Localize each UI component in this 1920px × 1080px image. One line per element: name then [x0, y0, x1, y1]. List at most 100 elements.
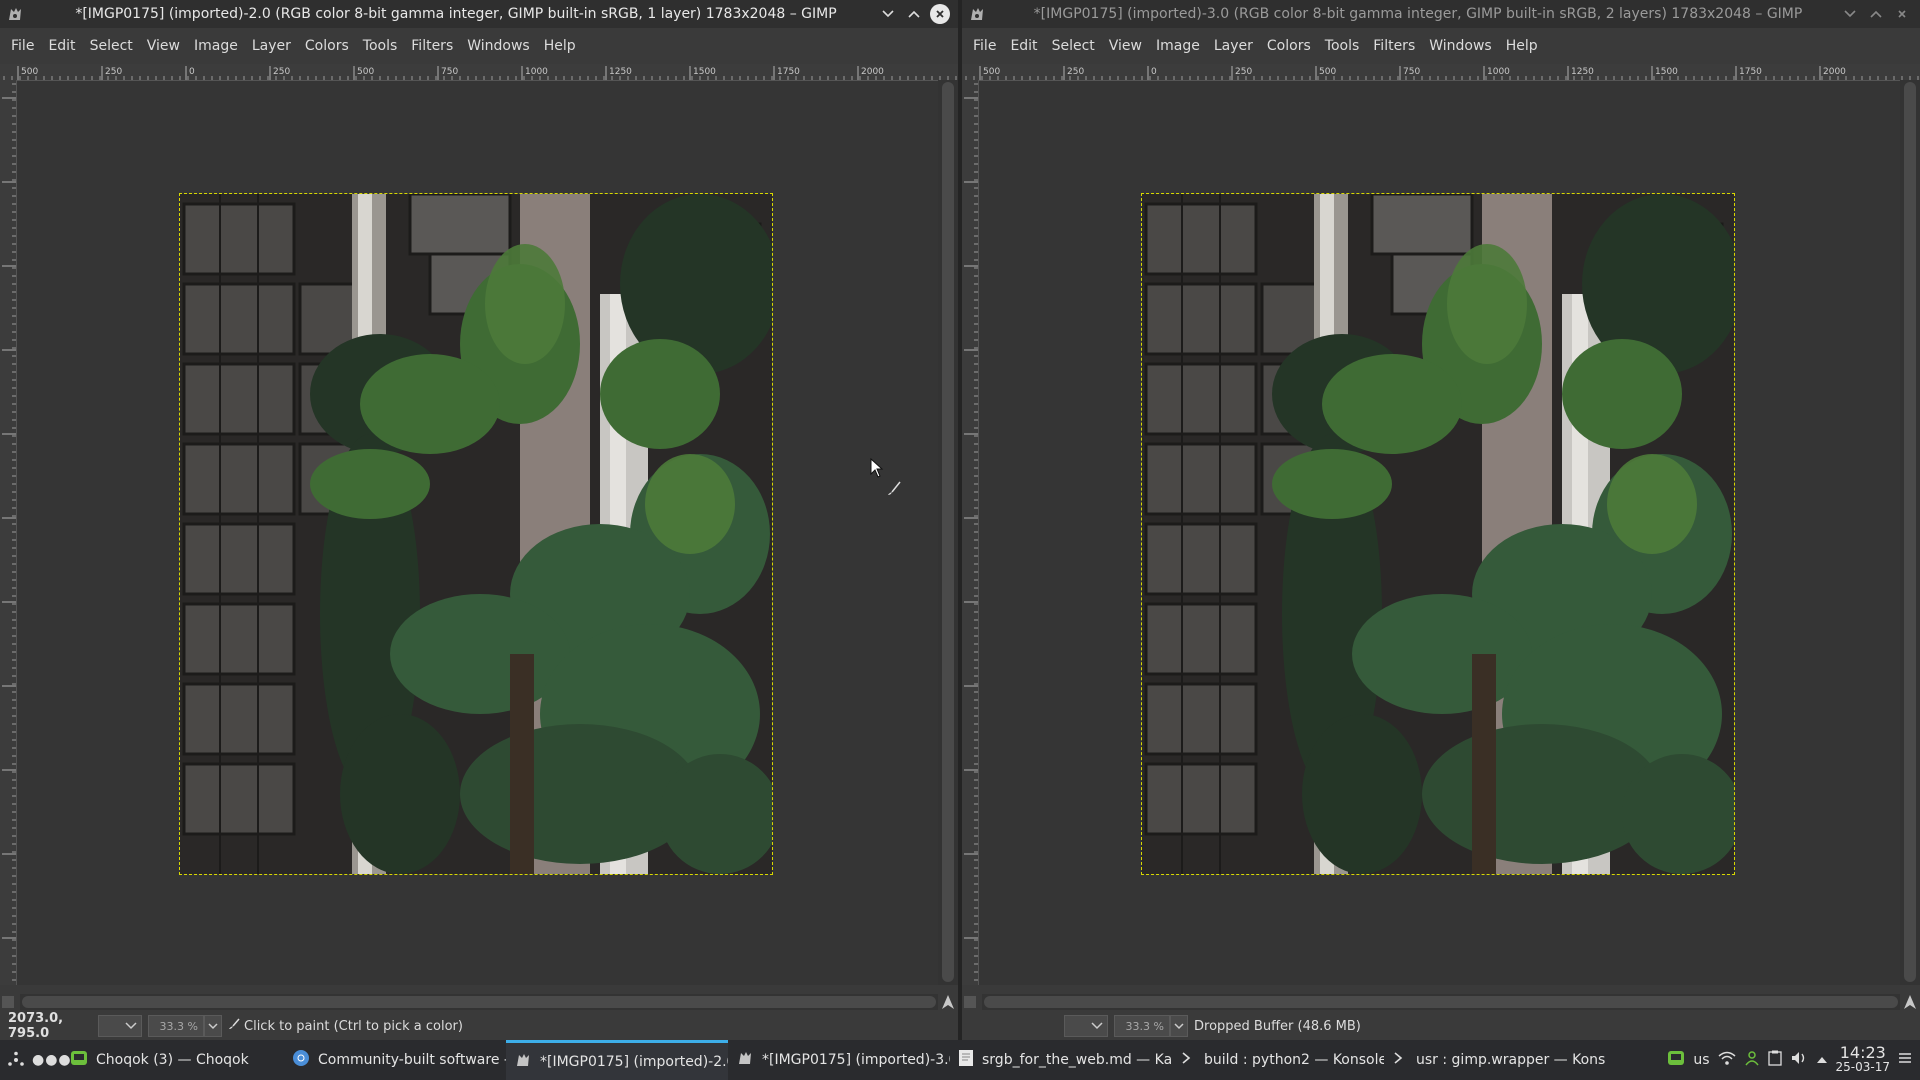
menu-tools[interactable]: Tools: [1318, 38, 1367, 54]
more-icon[interactable]: ●●●: [32, 1052, 71, 1068]
ruler-label: 1250: [609, 67, 632, 77]
ruler-label: 1250: [1571, 67, 1594, 77]
konsole-icon: [1392, 1050, 1408, 1070]
menu-filters[interactable]: Filters: [404, 38, 460, 54]
menu-icon[interactable]: [1898, 1052, 1912, 1068]
task-chrome[interactable]: Community-built software - ...: [284, 1040, 506, 1080]
horizontal-ruler[interactable]: 500 250 0 250 500 750 1000 1250 1500 1750 2000: [962, 64, 1920, 81]
user-icon[interactable]: [1744, 1050, 1760, 1070]
task-konsole-usr[interactable]: usr : gimp.wrapper — Konsole: [1384, 1040, 1606, 1080]
gimp-icon: [736, 1049, 754, 1071]
vertical-ruler[interactable]: [962, 80, 979, 985]
menu-select[interactable]: Select: [1045, 38, 1102, 54]
horizontal-ruler[interactable]: 500 250 0 250 500 750 1000 1250 1500 1750 2000: [0, 64, 958, 81]
quick-mask-toggle[interactable]: [964, 996, 976, 1008]
ruler-label: 2000: [1823, 67, 1846, 77]
image-canvas[interactable]: [17, 81, 938, 985]
menu-view[interactable]: View: [1102, 38, 1149, 54]
minimize-icon[interactable]: [878, 4, 898, 24]
system-tray: us 14:23 25-03-17: [1667, 1045, 1920, 1075]
menu-colors[interactable]: Colors: [1260, 38, 1318, 54]
application-launcher-icon[interactable]: [0, 1051, 32, 1069]
menu-select[interactable]: Select: [83, 38, 140, 54]
gimp-icon: [514, 1051, 532, 1073]
menu-help[interactable]: Help: [537, 38, 583, 54]
menu-help[interactable]: Help: [1499, 38, 1545, 54]
minimize-icon[interactable]: [1840, 4, 1860, 24]
menu-file[interactable]: File: [4, 38, 41, 54]
choqok-tray-icon[interactable]: [1667, 1049, 1685, 1071]
ruler-label: 1750: [777, 67, 800, 77]
maximize-icon[interactable]: [904, 4, 924, 24]
image-canvas[interactable]: [979, 81, 1900, 985]
menu-edit[interactable]: Edit: [41, 38, 82, 54]
navigate-icon[interactable]: [1902, 994, 1918, 1010]
ruler-label: 500: [1319, 67, 1336, 77]
ruler-label: 250: [105, 67, 122, 77]
image[interactable]: [179, 193, 773, 875]
expand-tray-icon[interactable]: [1816, 1052, 1828, 1068]
status-bar: 2073.0, 795.0 33.3 % Click to paint (Ctr…: [0, 1011, 958, 1041]
title-bar[interactable]: *[IMGP0175] (imported)-3.0 (RGB color 8-…: [962, 0, 1920, 28]
gimp-icon[interactable]: [4, 3, 26, 25]
ruler-label: 250: [273, 67, 290, 77]
ruler-label: 0: [189, 67, 195, 77]
clock-time: 14:23: [1839, 1043, 1886, 1062]
ruler-label: 1750: [1739, 67, 1762, 77]
task-kate[interactable]: srgb_for_the_web.md — Kate: [950, 1040, 1172, 1080]
navigate-icon[interactable]: [940, 994, 956, 1010]
keyboard-layout[interactable]: us: [1693, 1052, 1709, 1068]
menu-view[interactable]: View: [140, 38, 187, 54]
volume-icon[interactable]: [1790, 1050, 1808, 1070]
close-icon[interactable]: [930, 4, 950, 24]
vertical-scrollbar[interactable]: [1900, 80, 1920, 985]
menu-bar: File Edit Select View Image Layer Colors…: [0, 28, 958, 64]
ruler-label: 250: [1235, 67, 1252, 77]
clock[interactable]: 14:23 25-03-17: [1836, 1045, 1890, 1075]
unit-selector[interactable]: [98, 1015, 142, 1037]
menu-layer[interactable]: Layer: [245, 38, 298, 54]
menu-windows[interactable]: Windows: [1422, 38, 1499, 54]
gimp-icon[interactable]: [966, 3, 988, 25]
paintbrush-icon: [228, 1018, 240, 1034]
ruler-label: 1000: [525, 67, 548, 77]
chrome-icon: [292, 1049, 310, 1071]
menu-bar: File Edit Select View Image Layer Colors…: [962, 28, 1920, 64]
menu-image[interactable]: Image: [187, 38, 245, 54]
zoom-field[interactable]: 33.3 %: [148, 1015, 204, 1037]
vertical-ruler[interactable]: [0, 80, 17, 985]
maximize-icon[interactable]: [1866, 4, 1886, 24]
zoom-field[interactable]: 33.3 %: [1114, 1015, 1170, 1037]
task-gimp-3[interactable]: *[IMGP0175] (imported)-3.0 ...: [728, 1040, 950, 1080]
mouse-cursor-icon: [870, 457, 902, 502]
title-bar[interactable]: *[IMGP0175] (imported)-2.0 (RGB color 8-…: [0, 0, 958, 28]
image[interactable]: [1141, 193, 1735, 875]
menu-colors[interactable]: Colors: [298, 38, 356, 54]
horizontal-scrollbar[interactable]: [982, 994, 1900, 1010]
menu-file[interactable]: File: [966, 38, 1003, 54]
zoom-dropdown[interactable]: [204, 1015, 222, 1037]
menu-edit[interactable]: Edit: [1003, 38, 1044, 54]
menu-image[interactable]: Image: [1149, 38, 1207, 54]
vertical-scrollbar[interactable]: [938, 80, 958, 985]
menu-tools[interactable]: Tools: [356, 38, 405, 54]
task-gimp-2[interactable]: *[IMGP0175] (imported)-2.0 ...: [506, 1040, 728, 1080]
task-konsole-build[interactable]: build : python2 — Konsole: [1172, 1040, 1384, 1080]
ruler-label: 750: [1403, 67, 1420, 77]
menu-layer[interactable]: Layer: [1207, 38, 1260, 54]
ruler-label: 500: [21, 67, 38, 77]
task-choqok[interactable]: Choqok (3) — Choqok: [62, 1040, 284, 1080]
menu-filters[interactable]: Filters: [1366, 38, 1422, 54]
window-title: *[IMGP0175] (imported)-2.0 (RGB color 8-…: [75, 6, 837, 22]
unit-selector[interactable]: [1064, 1015, 1108, 1037]
wifi-icon[interactable]: [1718, 1050, 1736, 1070]
clipboard-icon[interactable]: [1767, 1050, 1782, 1070]
quick-mask-toggle[interactable]: [2, 996, 14, 1008]
close-icon[interactable]: [1892, 4, 1912, 24]
zoom-dropdown[interactable]: [1170, 1015, 1188, 1037]
ruler-label: 1500: [693, 67, 716, 77]
horizontal-scrollbar[interactable]: [20, 994, 938, 1010]
menu-windows[interactable]: Windows: [460, 38, 537, 54]
status-message: Click to paint (Ctrl to pick a color): [244, 1018, 463, 1034]
ruler-label: 2000: [861, 67, 884, 77]
